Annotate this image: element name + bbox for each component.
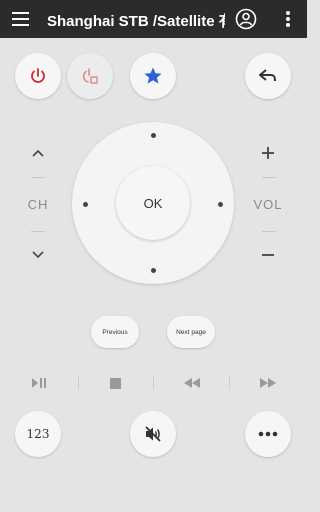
dpad-down[interactable] (151, 268, 156, 273)
volume-down-button[interactable] (256, 245, 280, 265)
power-timer-icon (82, 68, 98, 84)
dpad-up[interactable] (151, 133, 156, 138)
divider (153, 376, 154, 390)
stop-icon (109, 377, 121, 389)
divider (229, 376, 230, 390)
dpad-right[interactable] (218, 202, 223, 207)
next-page-button[interactable]: Next page (167, 316, 215, 348)
more-vert-icon[interactable] (282, 9, 294, 29)
chevron-up-icon (32, 149, 44, 157)
favorite-button[interactable] (130, 53, 176, 99)
play-pause-button[interactable] (28, 376, 50, 390)
mute-icon (145, 426, 161, 442)
plus-icon (262, 147, 274, 159)
channel-up-button[interactable] (26, 143, 50, 163)
divider (31, 231, 45, 232)
divider (31, 177, 45, 178)
chevron-down-icon (32, 251, 44, 259)
account-icon[interactable] (235, 8, 257, 30)
power-button[interactable] (15, 53, 61, 99)
top-app-bar: Shanghai STB /Satellite 有 (0, 0, 307, 38)
star-icon (144, 67, 162, 84)
fast-forward-button[interactable] (257, 376, 279, 390)
channel-label: CH (27, 197, 49, 212)
previous-button[interactable]: Previous (91, 316, 139, 348)
dpad-left[interactable] (83, 202, 88, 207)
back-icon (259, 69, 276, 82)
device-title: Shanghai STB /Satellite 有 (47, 13, 225, 30)
power-timer-button[interactable] (67, 53, 113, 99)
divider (78, 376, 79, 390)
rewind-button[interactable] (181, 376, 203, 390)
divider (262, 177, 276, 178)
rewind-icon (184, 378, 200, 388)
direction-pad: OK (72, 122, 234, 284)
channel-down-button[interactable] (26, 245, 50, 265)
stop-button[interactable] (106, 376, 124, 390)
play-pause-icon (32, 378, 46, 388)
menu-icon[interactable] (12, 11, 29, 26)
back-button[interactable] (245, 53, 291, 99)
divider (262, 231, 276, 232)
numpad-button[interactable]: 123 (15, 411, 61, 457)
mute-button[interactable] (130, 411, 176, 457)
minus-icon (262, 254, 274, 256)
ok-button[interactable]: OK (116, 166, 190, 240)
more-horiz-icon (258, 431, 278, 437)
volume-up-button[interactable] (256, 143, 280, 163)
more-options-button[interactable] (245, 411, 291, 457)
fast-forward-icon (260, 378, 276, 388)
power-icon (31, 68, 45, 83)
numpad-label: 123 (26, 427, 50, 441)
volume-label: VOL (253, 197, 283, 212)
